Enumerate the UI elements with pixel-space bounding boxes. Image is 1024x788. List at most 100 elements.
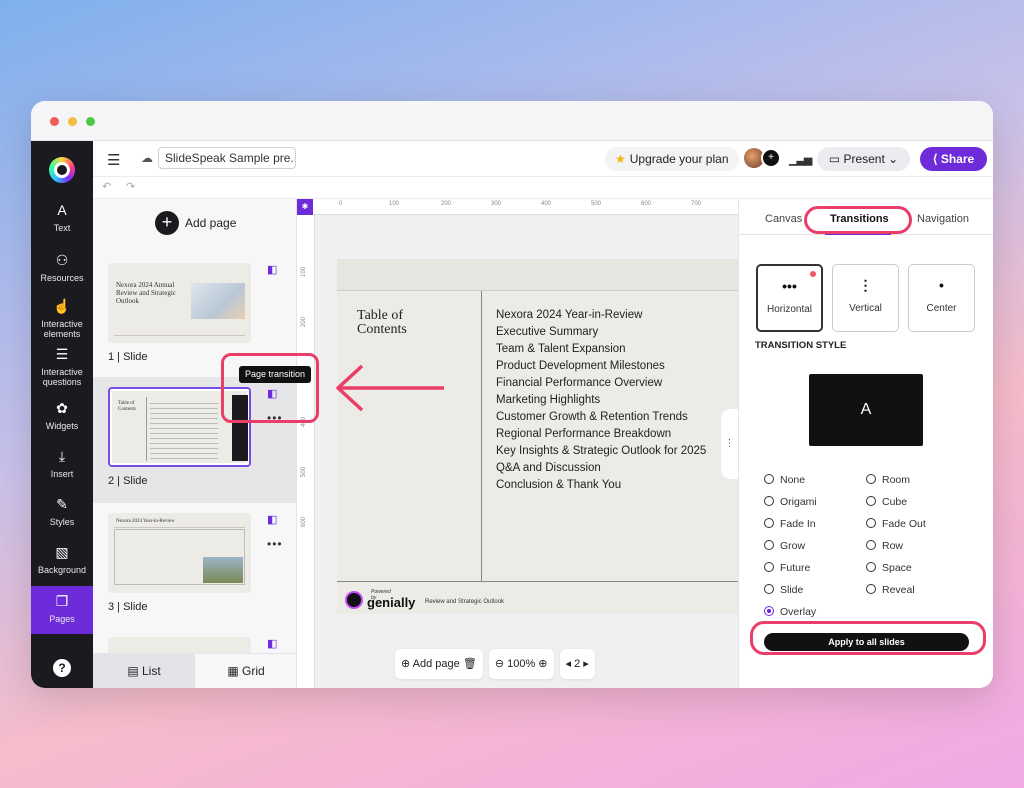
thumbnail-title: Table of Contents (118, 401, 136, 412)
style-future[interactable]: Future (764, 562, 810, 574)
list-icon: ▤ (127, 664, 142, 678)
direction-center[interactable]: • Center (908, 264, 975, 332)
upgrade-plan-button[interactable]: ★ Upgrade your plan (605, 147, 739, 171)
ruler-tick: 200 (301, 316, 308, 328)
genially-badge-icon (345, 591, 363, 609)
direction-vertical[interactable]: ⋮ Vertical (832, 264, 899, 332)
ruler-tick: 200 (441, 201, 452, 207)
toc-list[interactable]: Nexora 2024 Year-in-Review Executive Sum… (496, 307, 706, 494)
toc-item: Q&A and Discussion (496, 462, 601, 474)
tool-widgets[interactable]: ✿ Widgets (31, 401, 93, 431)
style-grow[interactable]: Grow (764, 540, 805, 552)
zoom-in-icon[interactable]: ⊕ (535, 658, 547, 670)
page-label: 2 | Slide (108, 475, 148, 487)
next-page-icon[interactable]: ▸ (580, 658, 589, 670)
share-button[interactable]: ⟨ Share (920, 147, 987, 171)
menu-icon[interactable]: ☰ (107, 151, 120, 169)
highlight-apply-button (750, 621, 986, 655)
transitions-panel: Canvas Transitions Navigation ••• Horizon… (738, 199, 993, 688)
thumbnail-title: Nexora 2024 Year-in-Review (116, 519, 175, 524)
slide-title[interactable]: Table of Contents (357, 309, 447, 337)
tool-background[interactable]: ▧ Background (31, 545, 93, 575)
style-overlay[interactable]: Overlay (764, 606, 816, 618)
canvas-bottom-bar: ⊕ Add page 🗑 ⊖ 100% ⊕ ◂ 2 ▸ (395, 649, 595, 679)
canvas-area: 0 100 200 300 400 500 600 700 ✱ 100 200 … (297, 199, 738, 688)
minimize-window-dot[interactable] (68, 117, 77, 126)
brand-name: genially (367, 595, 416, 610)
page-label: 1 | Slide (108, 351, 148, 363)
toc-item: Regional Performance Breakdown (496, 428, 672, 440)
style-fade-in[interactable]: Fade In (764, 518, 816, 530)
ruler-tick: 500 (591, 201, 602, 207)
trash-icon[interactable]: 🗑 (463, 658, 477, 670)
list-view-button[interactable]: ▤ List (93, 654, 195, 688)
panel-collapse-handle[interactable]: ⋮ (721, 409, 738, 479)
present-button[interactable]: ▭ Present ⌄ (817, 147, 910, 171)
toc-item: Product Development Milestones (496, 360, 665, 372)
thumbnail-title: Nexora 2024 Annual Review and Strategic … (116, 281, 176, 305)
style-fade-out[interactable]: Fade Out (866, 518, 926, 530)
insert-icon: ⤓ (58, 448, 66, 464)
grid-view-button[interactable]: ▦ Grid (195, 654, 296, 688)
top-bar: ☰ ☁ SlideSpeak Sample pre... ★ Upgrade yo… (93, 141, 993, 177)
tab-navigation[interactable]: Navigation (917, 213, 969, 225)
ruler-tick: 100 (389, 201, 400, 207)
style-space[interactable]: Space (866, 562, 912, 574)
pin-icon[interactable]: ✱ (297, 199, 313, 215)
pages-icon: ❐ (55, 593, 69, 609)
left-toolbar: A Text ⚇ Resources ☝ Interactive elements ☰… (31, 141, 93, 688)
plus-icon: + (155, 211, 179, 235)
tool-resources[interactable]: ⚇ Resources (31, 253, 93, 283)
close-window-dot[interactable] (50, 117, 59, 126)
direction-horizontal[interactable]: ••• Horizontal (756, 264, 823, 332)
page-transition-icon[interactable]: ◧ (267, 513, 281, 526)
page-transition-icon[interactable]: ◧ (267, 263, 281, 276)
thumbnail-image (191, 283, 245, 319)
style-row[interactable]: Row (866, 540, 903, 552)
undo-icon[interactable]: ↶ (102, 180, 111, 193)
style-cube[interactable]: Cube (866, 496, 907, 508)
vertical-icon: ⋮ (858, 277, 873, 293)
highlight-transitions-tab (804, 206, 912, 234)
page-transition-icon[interactable]: ◧ (267, 637, 281, 650)
style-reveal[interactable]: Reveal (866, 584, 915, 596)
ruler-tick: 700 (691, 201, 702, 207)
tool-insert[interactable]: ⤓ Insert (31, 448, 93, 479)
maximize-window-dot[interactable] (86, 117, 95, 126)
style-slide[interactable]: Slide (764, 584, 803, 596)
toc-item: Executive Summary (496, 326, 599, 338)
slide-canvas[interactable]: Table of Contents Nexora 2024 Year-in-Re… (337, 259, 738, 614)
tool-text[interactable]: A Text (31, 203, 93, 233)
ruler-tick: 0 (339, 201, 343, 207)
more-options-icon[interactable]: ••• (267, 537, 283, 551)
style-origami[interactable]: Origami (764, 496, 817, 508)
add-page-button[interactable]: + Add page (155, 211, 236, 235)
zoom-out-icon[interactable]: ⊖ (495, 658, 507, 670)
style-room[interactable]: Room (866, 474, 910, 486)
add-collaborator-icon[interactable]: + (761, 148, 781, 168)
view-toggle: ▤ List ▦ Grid (93, 653, 296, 688)
stats-icon[interactable]: ▁▃▅ (789, 153, 812, 166)
selected-dot-icon (810, 271, 816, 277)
annotation-arrow-icon (336, 364, 444, 412)
zoom-control: ⊖ 100% ⊕ (488, 649, 554, 679)
page-thumbnail[interactable]: Nexora 2024 Annual Review and Strategic … (108, 263, 251, 343)
page-thumbnail[interactable]: Nexora 2024 Year-in-Review (108, 513, 251, 593)
toc-item: Team & Talent Expansion (496, 343, 626, 355)
help-icon[interactable]: ? (53, 659, 71, 677)
prev-page-icon[interactable]: ◂ (566, 658, 575, 670)
tool-styles[interactable]: ✎ Styles (31, 497, 93, 527)
redo-icon[interactable]: ↷ (126, 180, 135, 193)
tab-canvas[interactable]: Canvas (765, 213, 802, 225)
zoom-level: 100% (507, 658, 536, 670)
genially-logo-icon[interactable] (49, 157, 75, 183)
page-item[interactable]: Nexora 2024 Year-in-Review 3 | Slide ◧ •… (93, 503, 296, 629)
style-none[interactable]: None (764, 474, 805, 486)
tool-interactive-questions[interactable]: ☰ Interactive questions (31, 347, 93, 387)
tool-pages[interactable]: ❐ Pages (31, 586, 93, 634)
toc-item: Conclusion & Thank You (496, 479, 622, 491)
tool-interactive-elements[interactable]: ☝ Interactive elements (31, 299, 93, 339)
add-page-bottom-button[interactable]: ⊕ Add page 🗑 (395, 649, 483, 679)
app-window: A Text ⚇ Resources ☝ Interactive elements ☰… (31, 101, 993, 688)
document-name-field[interactable]: SlideSpeak Sample pre... (158, 147, 296, 169)
